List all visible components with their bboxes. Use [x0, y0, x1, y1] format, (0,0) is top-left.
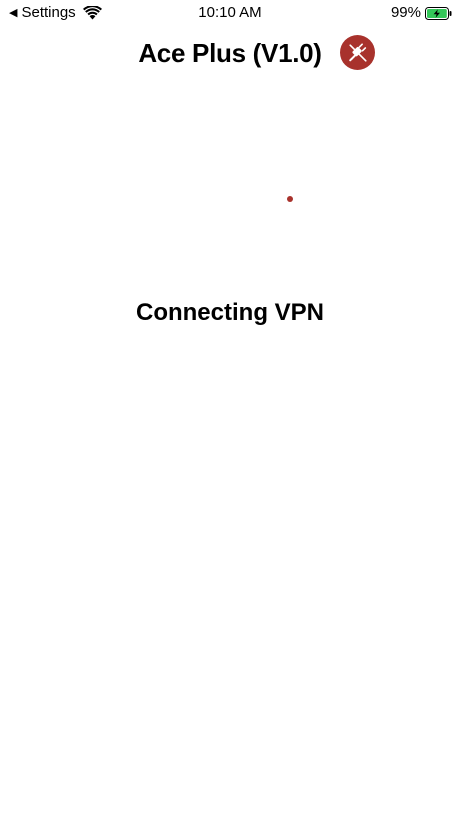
- battery-charging-icon: [425, 6, 452, 20]
- unplug-icon: [348, 42, 367, 62]
- app-header: Ace Plus (V1.0): [0, 33, 460, 73]
- status-bar: ◀ Settings 10:10 AM 99%: [0, 0, 460, 26]
- loading-indicator: [287, 196, 293, 202]
- battery-percent: 99%: [390, 4, 421, 21]
- connection-status-text: Connecting VPN: [135, 299, 324, 326]
- page-title: Ace Plus (V1.0): [138, 38, 322, 68]
- status-right: 99%: [391, 3, 452, 23]
- disconnect-button[interactable]: [340, 35, 375, 70]
